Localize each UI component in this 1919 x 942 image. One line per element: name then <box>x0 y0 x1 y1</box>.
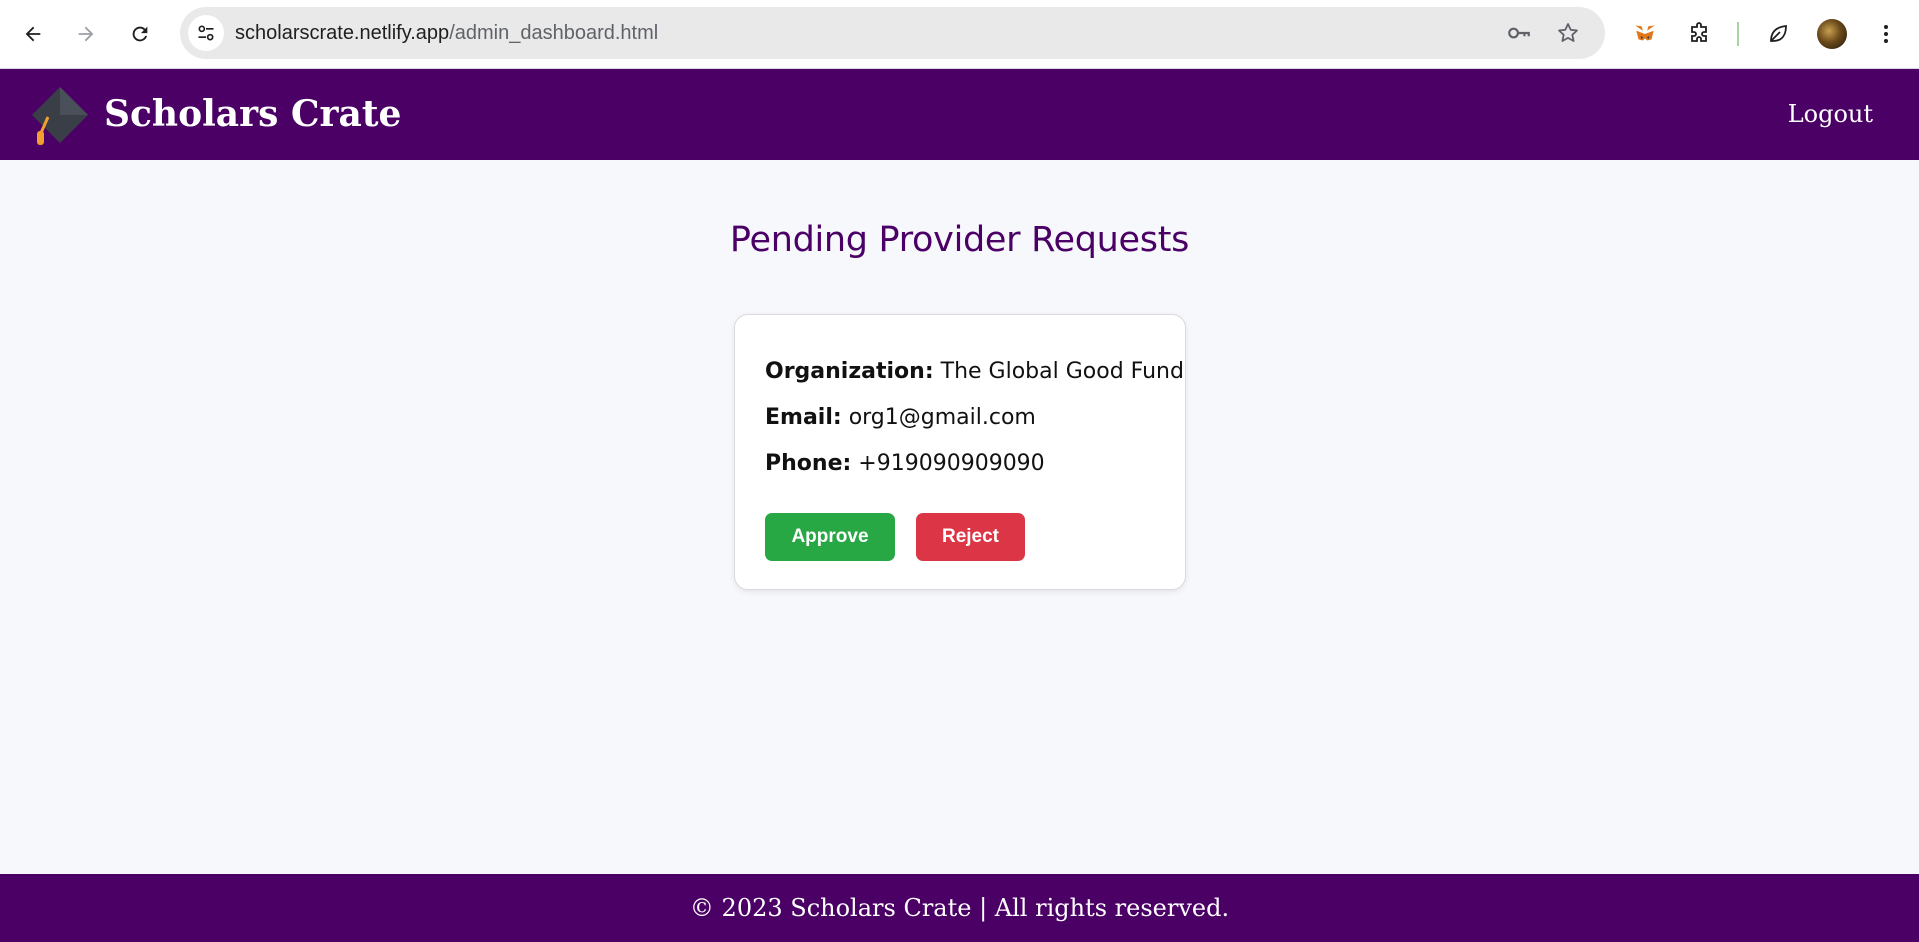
extensions-button[interactable] <box>1681 16 1717 52</box>
url-text[interactable]: scholarscrate.netlify.app/admin_dashboar… <box>235 7 658 59</box>
site-info-button[interactable] <box>188 15 224 51</box>
browser-toolbar: scholarscrate.netlify.app/admin_dashboar… <box>0 0 1919 69</box>
bookmark-star-icon <box>1558 23 1578 42</box>
leaf-extension-icon <box>1770 24 1787 42</box>
provider-request-card: Organization: The Global Good Fund Email… <box>734 314 1186 590</box>
profile-avatar[interactable] <box>1817 19 1847 49</box>
forward-button[interactable] <box>68 16 104 52</box>
phone-label: Phone: <box>765 451 852 476</box>
more-menu-button[interactable] <box>1868 16 1904 52</box>
address-bar[interactable]: scholarscrate.netlify.app/admin_dashboar… <box>180 7 1605 59</box>
phone-value: +919090909090 <box>858 451 1045 476</box>
organization-row: Organization: The Global Good Fund <box>765 359 1184 384</box>
bookmark-button[interactable] <box>1555 20 1581 46</box>
phone-row: Phone: +919090909090 <box>765 451 1045 476</box>
brand-name[interactable]: Scholars Crate <box>104 69 401 160</box>
metamask-fox-icon <box>1635 25 1655 41</box>
reload-button[interactable] <box>122 16 158 52</box>
back-arrow-icon <box>25 26 41 42</box>
page-title: Pending Provider Requests <box>729 220 1190 260</box>
organization-label: Organization: <box>765 359 934 384</box>
toolbar-separator <box>1737 22 1739 46</box>
password-key-button[interactable] <box>1506 20 1532 46</box>
metamask-extension[interactable] <box>1627 16 1663 52</box>
reload-icon <box>132 26 148 42</box>
url-host: scholarscrate.netlify.app <box>235 22 450 44</box>
reject-button[interactable]: Reject <box>916 513 1025 561</box>
email-label: Email: <box>765 405 842 430</box>
email-row: Email: org1@gmail.com <box>765 405 1036 430</box>
approve-button[interactable]: Approve <box>765 513 895 561</box>
graduation-cap-icon <box>32 87 88 145</box>
more-menu-icon <box>1884 25 1888 43</box>
password-key-icon <box>1508 27 1530 39</box>
logout-link[interactable]: Logout <box>1788 69 1873 160</box>
email-value: org1@gmail.com <box>848 405 1036 430</box>
site-info-icon <box>198 25 214 41</box>
back-button[interactable] <box>15 16 51 52</box>
leaf-extension[interactable] <box>1760 16 1796 52</box>
extensions-puzzle-icon <box>1691 22 1707 42</box>
organization-value: The Global Good Fund <box>940 359 1184 384</box>
site-footer: © 2023 Scholars Crate | All rights reser… <box>0 874 1919 942</box>
forward-arrow-icon <box>78 26 94 42</box>
site-header: Scholars Crate Logout <box>0 69 1919 160</box>
url-path: /admin_dashboard.html <box>449 22 659 44</box>
